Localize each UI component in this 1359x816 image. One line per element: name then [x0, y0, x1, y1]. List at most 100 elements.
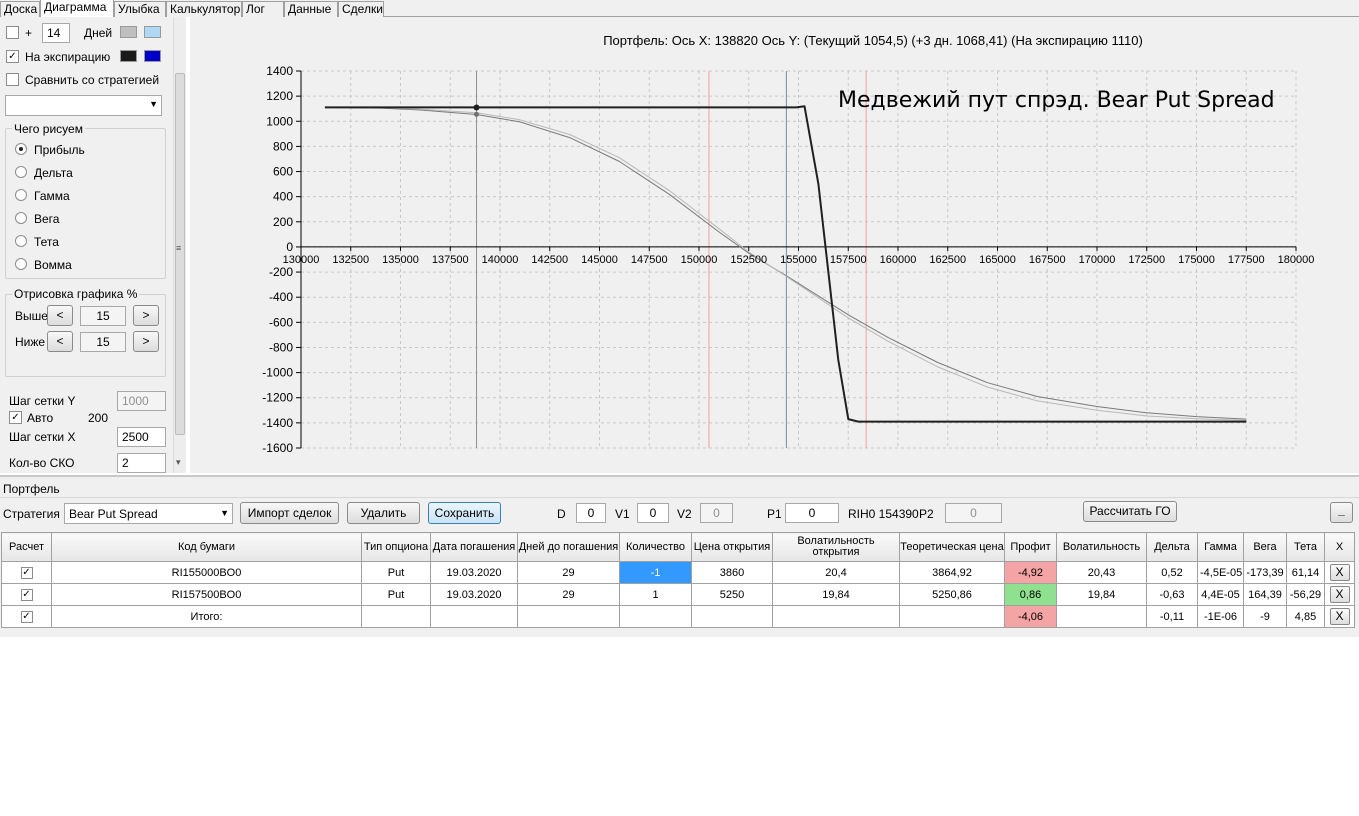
cell-theta[interactable]: 61,14 — [1286, 561, 1325, 584]
cell-open-price[interactable]: 5250 — [691, 583, 773, 606]
import-deals-button[interactable]: Импорт сделок — [240, 502, 339, 524]
col-header-profit[interactable]: Профит — [1004, 532, 1057, 562]
calculate-go-button[interactable]: Рассчитать ГО — [1083, 501, 1177, 522]
days-checkbox[interactable] — [6, 26, 19, 39]
tab-calculator[interactable]: Калькулятор — [166, 1, 242, 17]
cell-gamma[interactable]: -1E-06 — [1197, 605, 1244, 628]
cell-vol[interactable]: 20,43 — [1056, 561, 1147, 584]
sko-input[interactable]: 2 — [117, 453, 166, 473]
above-decrease-button[interactable]: < — [47, 305, 73, 326]
remove-row-button[interactable]: X — [1329, 564, 1350, 581]
tab-deals[interactable]: Сделки — [338, 1, 384, 17]
cell-open-price[interactable] — [691, 605, 773, 628]
cell-open-vol[interactable]: 19,84 — [772, 583, 900, 606]
v1-input[interactable]: 0 — [637, 503, 669, 523]
grid-x-input[interactable]: 2500 — [117, 427, 166, 447]
cell-date[interactable]: 19.03.2020 — [430, 561, 518, 584]
col-header-open-vol[interactable]: Волатильность открытия — [772, 532, 900, 562]
table-row[interactable]: ✓ Итого: -4,06 -0,11 -1E-06 -9 4,85 X — [1, 605, 1355, 628]
col-header-date[interactable]: Дата погашения — [430, 532, 518, 562]
cell-date[interactable] — [430, 605, 518, 628]
expiry-color-swatch-1[interactable] — [120, 50, 137, 62]
tab-data[interactable]: Данные — [284, 1, 338, 17]
tab-board[interactable]: Доска — [0, 1, 40, 17]
tab-diagram[interactable]: Диаграмма — [40, 0, 114, 18]
cell-vega[interactable]: -173,39 — [1243, 561, 1287, 584]
v2-input[interactable]: 0 — [700, 503, 733, 523]
cell-open-vol[interactable]: 20,4 — [772, 561, 900, 584]
remove-row-button[interactable]: X — [1329, 608, 1350, 625]
expiry-color-swatch-2[interactable] — [144, 50, 161, 62]
minimize-button[interactable]: _ — [1330, 502, 1353, 523]
compare-checkbox[interactable] — [6, 73, 19, 86]
col-header-delta[interactable]: Дельта — [1146, 532, 1198, 562]
strategy-select[interactable]: Bear Put Spread ▼ — [64, 503, 233, 524]
tab-smile[interactable]: Улыбка — [114, 1, 166, 17]
remove-cell[interactable]: X — [1324, 583, 1355, 606]
cell-gamma[interactable]: 4,4E-05 — [1197, 583, 1244, 606]
save-button[interactable]: Сохранить — [428, 502, 501, 524]
col-header-theo[interactable]: Теоретическая цена — [899, 532, 1005, 562]
cell-delta[interactable]: -0,11 — [1146, 605, 1198, 628]
days-color-swatch-1[interactable] — [120, 26, 137, 38]
radio-vega[interactable] — [15, 212, 27, 224]
cell-open-price[interactable]: 3860 — [691, 561, 773, 584]
col-header-gamma[interactable]: Гамма — [1197, 532, 1244, 562]
below-decrease-button[interactable]: < — [47, 331, 73, 352]
table-row[interactable]: ✓ RI157500BO0 Put 19.03.2020 29 1 5250 19,84 525… — [1, 583, 1355, 606]
cell-qty[interactable]: 1 — [619, 583, 692, 606]
col-header-days[interactable]: Дней до погашения — [517, 532, 620, 562]
col-header-vega[interactable]: Вега — [1243, 532, 1287, 562]
cell-vega[interactable]: 164,39 — [1243, 583, 1287, 606]
calc-checkbox-cell[interactable]: ✓ — [1, 561, 52, 584]
col-header-open-price[interactable]: Цена открытия — [691, 532, 773, 562]
col-header-theta[interactable]: Тета — [1286, 532, 1325, 562]
calc-checkbox-cell[interactable]: ✓ — [1, 583, 52, 606]
cell-theo[interactable] — [899, 605, 1005, 628]
cell-delta[interactable]: 0,52 — [1146, 561, 1198, 584]
col-header-calc[interactable]: Расчет — [1, 532, 52, 562]
cell-open-vol[interactable] — [772, 605, 900, 628]
days-color-swatch-2[interactable] — [144, 26, 161, 38]
cell-qty[interactable]: -1 — [619, 561, 692, 584]
cell-theta[interactable]: -56,29 — [1286, 583, 1325, 606]
calc-checkbox[interactable]: ✓ — [20, 611, 33, 623]
scrollbar-thumb[interactable] — [175, 73, 185, 435]
table-row[interactable]: ✓ RI155000BO0 Put 19.03.2020 29 -1 3860 20,4 386… — [1, 561, 1355, 584]
cell-vol[interactable]: 19,84 — [1056, 583, 1147, 606]
cell-type[interactable]: Put — [361, 583, 431, 606]
cell-vol[interactable] — [1056, 605, 1147, 628]
col-header-type[interactable]: Тип опциона — [361, 532, 431, 562]
remove-row-button[interactable]: X — [1329, 586, 1350, 603]
calc-checkbox[interactable]: ✓ — [20, 567, 33, 579]
cell-qty[interactable] — [619, 605, 692, 628]
d-input[interactable]: 0 — [576, 503, 606, 523]
cell-vega[interactable]: -9 — [1243, 605, 1287, 628]
radio-gamma[interactable] — [15, 189, 27, 201]
col-header-code[interactable]: Код бумаги — [51, 532, 362, 562]
cell-theta[interactable]: 4,85 — [1286, 605, 1325, 628]
col-header-qty[interactable]: Количество — [619, 532, 692, 562]
cell-days[interactable]: 29 — [517, 561, 620, 584]
grid-y-input[interactable]: 1000 — [117, 391, 166, 411]
col-header-vol[interactable]: Волатильность — [1056, 532, 1147, 562]
p2-input[interactable]: 0 — [945, 503, 1002, 523]
payoff-chart[interactable]: 1400 1200 1000 800 600 400 200 0 -200 -400 -600 -80… — [190, 17, 1359, 473]
delete-button[interactable]: Удалить — [347, 502, 420, 524]
calc-checkbox-cell[interactable]: ✓ — [1, 605, 52, 628]
cell-date[interactable]: 19.03.2020 — [430, 583, 518, 606]
cell-theo[interactable]: 3864,92 — [899, 561, 1005, 584]
cell-theo[interactable]: 5250,86 — [899, 583, 1005, 606]
cell-profit[interactable]: -4,06 — [1004, 605, 1057, 628]
cell-code[interactable]: RI157500BO0 — [51, 583, 362, 606]
remove-cell[interactable]: X — [1324, 561, 1355, 584]
cell-profit[interactable]: 0,86 — [1004, 583, 1057, 606]
cell-delta[interactable]: -0,63 — [1146, 583, 1198, 606]
radio-theta[interactable] — [15, 235, 27, 247]
col-header-remove[interactable]: X — [1324, 532, 1355, 562]
scroll-down-icon[interactable]: ▾ — [176, 457, 181, 468]
remove-cell[interactable]: X — [1324, 605, 1355, 628]
cell-profit[interactable]: -4,92 — [1004, 561, 1057, 584]
radio-delta[interactable] — [15, 166, 27, 178]
radio-vomma[interactable] — [15, 258, 27, 270]
